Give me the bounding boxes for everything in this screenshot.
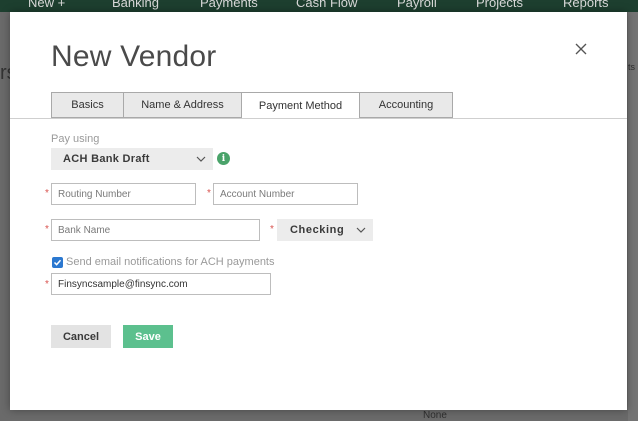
bg-right-fragment: ts [628,62,636,72]
pay-using-select[interactable]: ACH Bank Draft [51,148,213,170]
required-marker: * [270,224,274,235]
bg-nav-projects: Projects [476,0,523,10]
bg-nav-payroll: Payroll [397,0,437,10]
tab-basics[interactable]: Basics [51,92,124,118]
bg-nav-reports: Reports [563,0,609,10]
cancel-button[interactable]: Cancel [51,325,111,348]
pay-using-label: Pay using [51,133,100,145]
bank-name-input[interactable] [51,219,260,241]
email-notifications-label: Send email notifications for ACH payment… [66,256,275,268]
new-vendor-modal: New Vendor Basics Name & Address Payment… [10,12,627,410]
close-button[interactable] [571,39,591,59]
bg-nav-cash-flow: Cash Flow [296,0,358,10]
close-icon [575,43,587,55]
required-marker: * [45,188,49,199]
background-nav-bar: New + Banking Payments Cash Flow Payroll… [0,0,638,12]
modal-title: New Vendor [51,40,217,73]
bg-bottom-text: None [423,410,447,421]
modal-tabs: Basics Name & Address Payment Method Acc… [51,92,453,119]
bg-nav-new: New + [28,0,66,10]
tab-name-address[interactable]: Name & Address [123,92,242,118]
info-icon[interactable]: i [217,152,230,165]
bg-nav-banking: Banking [112,0,159,10]
required-marker: * [207,188,211,199]
required-marker: * [45,224,49,235]
chevron-down-icon [356,227,366,233]
email-notifications-checkbox[interactable] [52,257,63,268]
required-marker: * [45,279,49,290]
account-number-input[interactable] [213,183,358,205]
save-button[interactable]: Save [123,325,173,348]
routing-number-input[interactable] [51,183,196,205]
tabs-divider [10,118,627,119]
background-right-strip [628,12,638,421]
tab-accounting[interactable]: Accounting [359,92,453,118]
chevron-down-icon [196,156,206,162]
checkmark-icon [53,259,62,266]
pay-using-value: ACH Bank Draft [63,153,150,165]
bg-nav-payments: Payments [200,0,258,10]
account-type-select[interactable]: Checking [277,219,373,241]
tab-payment-method[interactable]: Payment Method [241,92,360,119]
account-type-value: Checking [290,224,345,236]
email-field[interactable] [51,273,271,295]
